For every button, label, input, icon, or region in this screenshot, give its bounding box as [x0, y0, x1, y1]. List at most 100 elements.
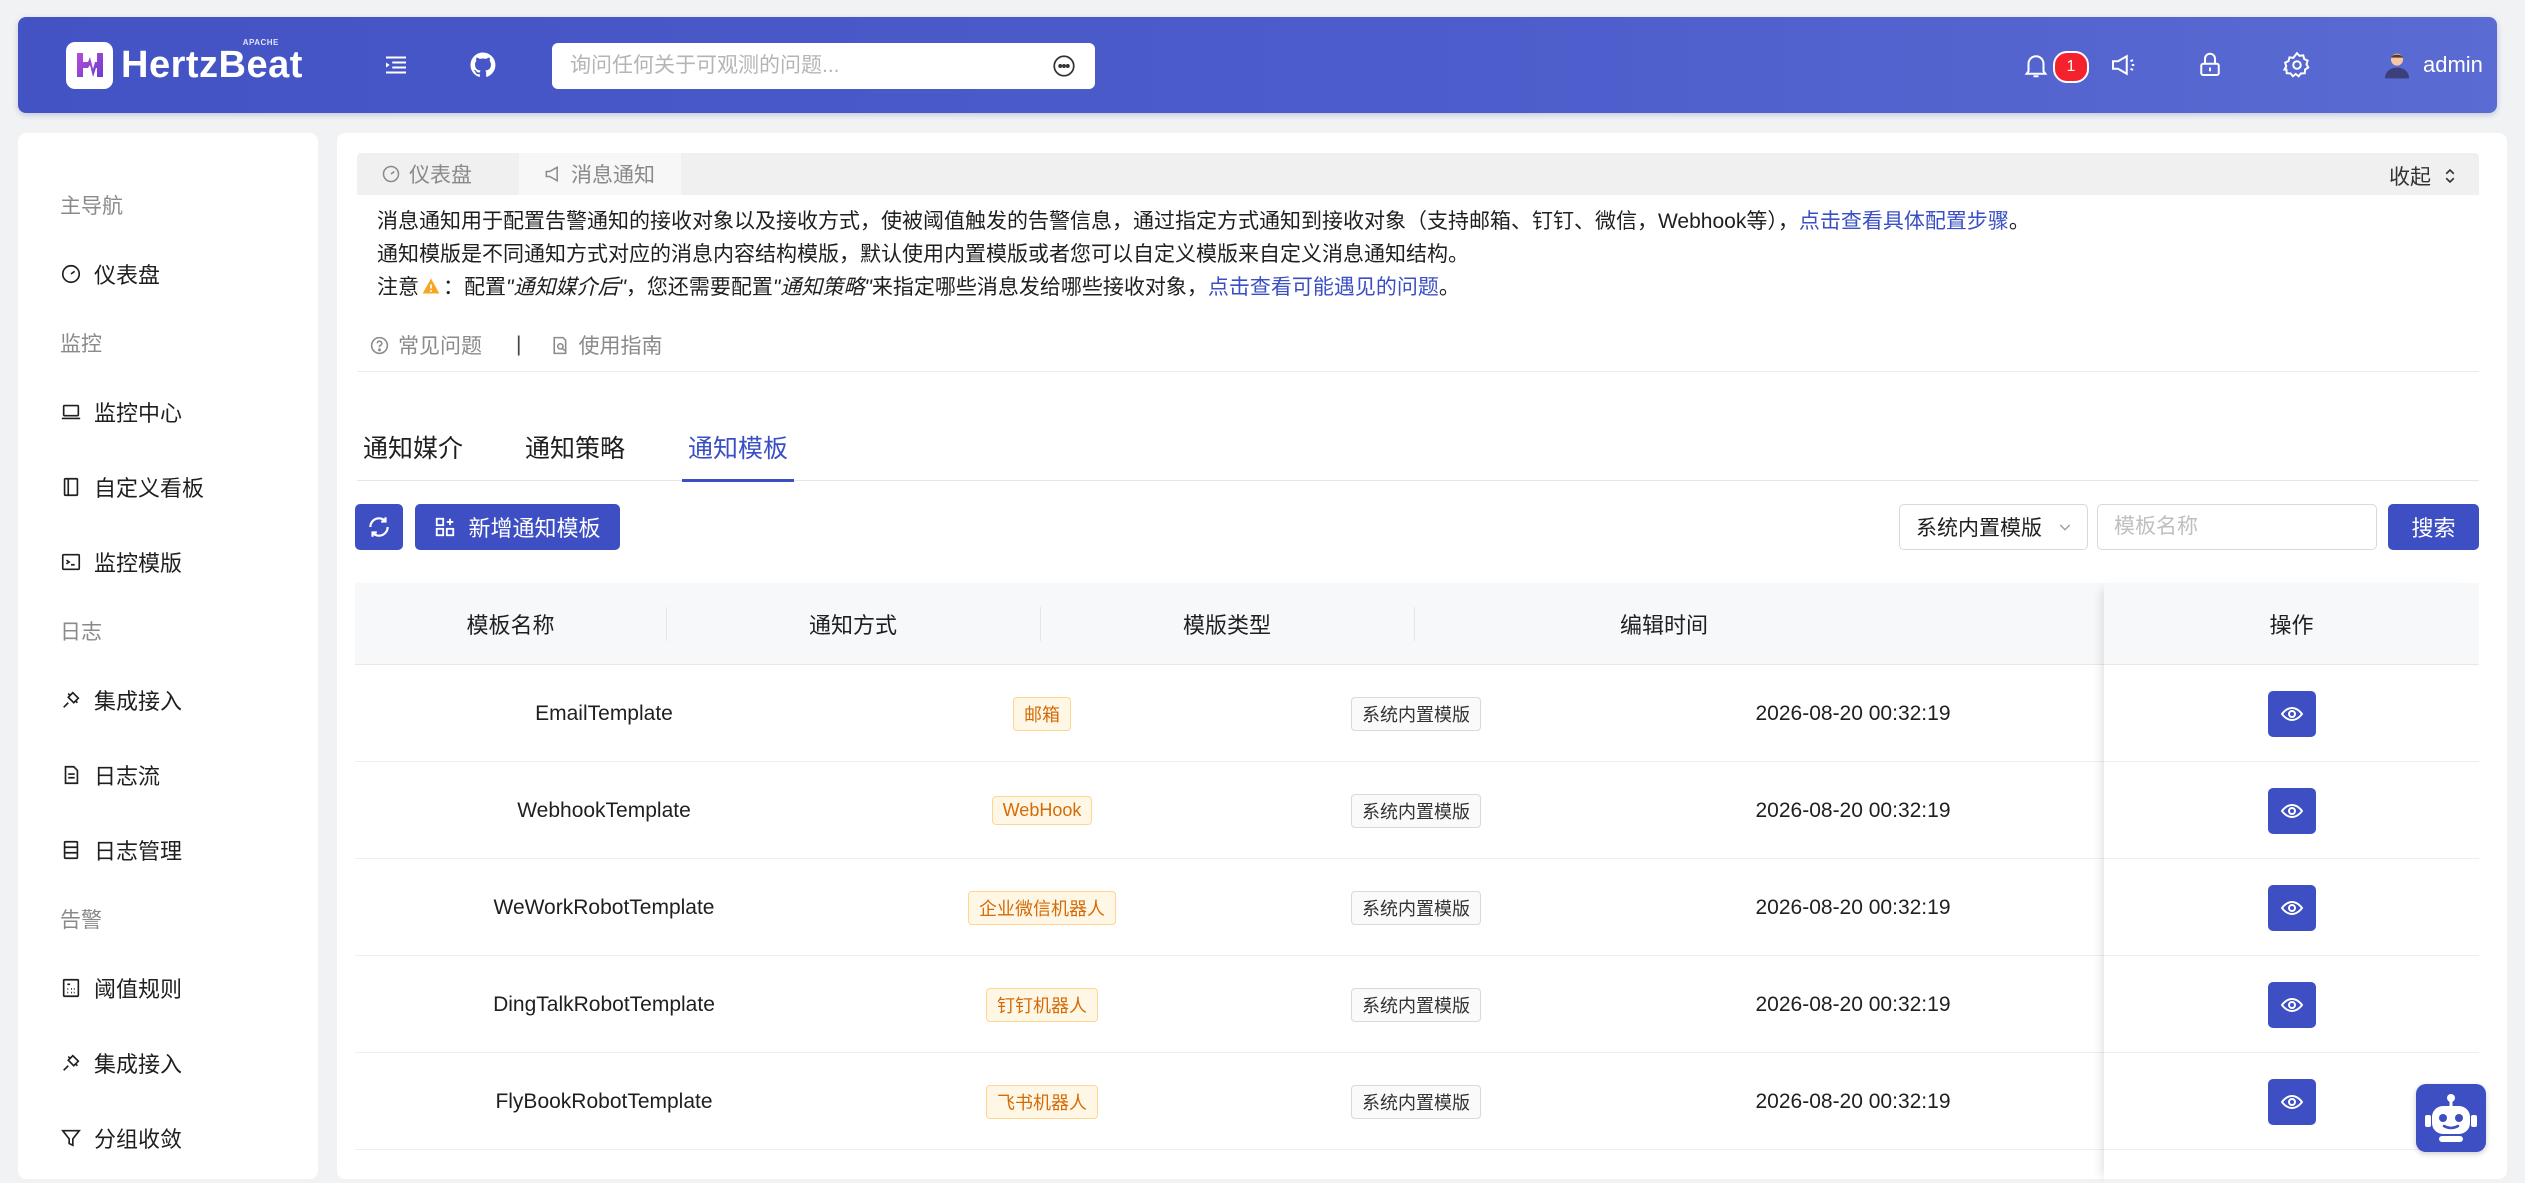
search-button[interactable]: 搜索 — [2388, 504, 2479, 550]
method-tag: 企业微信机器人 — [968, 890, 1116, 925]
sidebar-item-group-converge[interactable]: 分组收敛 — [60, 1122, 182, 1154]
sidebar-item-threshold-rules[interactable]: 阈值规则 — [60, 972, 182, 1004]
template-name-cell: WeWorkRobotTemplate — [493, 895, 715, 919]
notice-text: 。 — [1438, 276, 1460, 299]
template-name-input[interactable] — [2097, 504, 2377, 550]
sidebar-item-label: 自定义看板 — [94, 476, 205, 501]
notice-text: ，您还需要配置 — [625, 276, 773, 299]
plug-icon — [63, 691, 80, 708]
page-tab-label: 仪表盘 — [409, 164, 472, 187]
notice-emphasis: "通知策略" — [772, 276, 872, 299]
tab-notification-policy[interactable]: 通知策略 — [525, 413, 625, 481]
template-type-cell: 系统内置模版 — [1229, 956, 1603, 1053]
refresh-button[interactable] — [355, 504, 403, 550]
edit-time-cell: 2026-08-20 00:32:19 — [1755, 895, 1951, 919]
add-template-button[interactable]: 新增通知模板 — [415, 504, 620, 550]
tab-notification-template[interactable]: 通知模板 — [681, 413, 795, 482]
page-tabs-bar: 仪表盘 消息通知 收起 — [357, 153, 2479, 195]
edit-time-cell: 2026-08-20 00:32:19 — [1755, 1089, 1951, 1113]
chevron-down-icon — [2059, 524, 2071, 531]
notice-text: 来指定哪些消息发给哪些接收对象， — [871, 276, 1208, 299]
announcement-icon[interactable] — [2106, 48, 2140, 82]
refresh-icon — [369, 517, 389, 537]
logo-icon — [66, 41, 113, 89]
sidebar-item-label: 日志管理 — [94, 839, 183, 864]
sidebar-item-alert-integration[interactable]: 集成接入 — [60, 1047, 182, 1079]
laptop-icon — [61, 404, 81, 420]
sidebar-item-label: 阈值规则 — [94, 977, 183, 1002]
sidebar-item-custom-board[interactable]: 自定义看板 — [60, 471, 204, 503]
notify-method-cell: 邮箱 — [855, 665, 1229, 762]
template-name-cell: WebhookTemplate — [517, 798, 691, 822]
sidebar-item-dashboard[interactable]: 仪表盘 — [60, 258, 160, 290]
guide-label: 使用指南 — [578, 335, 663, 358]
lock-icon[interactable] — [2193, 48, 2227, 82]
robot-icon — [2425, 1094, 2477, 1142]
notice-text: 消息通知用于配置告警通知的接收对象以及接收方式，使被阈值触发的告警信息，通过指定… — [377, 210, 1799, 233]
config-steps-link[interactable]: 点击查看具体配置步骤 — [1799, 210, 2009, 233]
notify-method-cell: 飞书机器人 — [855, 1053, 1229, 1150]
sidebar-group-monitor: 监控 — [60, 333, 102, 356]
tab-notification-media[interactable]: 通知媒介 — [363, 413, 463, 481]
question-circle-icon — [370, 336, 389, 354]
bell-icon[interactable] — [2019, 48, 2053, 82]
collapse-button[interactable]: 收起 — [2389, 161, 2459, 191]
sidebar-item-log-stream[interactable]: 日志流 — [60, 759, 160, 791]
sidebar-item-log-integration[interactable]: 集成接入 — [60, 684, 182, 716]
separator: | — [516, 333, 522, 356]
plug-icon — [63, 1054, 80, 1071]
sidebar-group-alert: 告警 — [60, 909, 102, 932]
notification-tabs: 通知媒介 通知策略 通知模板 — [357, 413, 2479, 482]
template-name-cell: FlyBookRobotTemplate — [495, 1089, 713, 1113]
sidebar-item-log-manage[interactable]: 日志管理 — [60, 834, 182, 866]
page-tab-notification[interactable]: 消息通知 — [519, 153, 681, 195]
logo-text: HertzBeat APACHE — [121, 37, 303, 86]
collapse-label: 收起 — [2389, 166, 2431, 189]
username: admin — [2423, 52, 2483, 77]
faq-label: 常见问题 — [398, 335, 482, 358]
ai-search-input[interactable] — [570, 54, 1051, 78]
type-tag: 系统内置模版 — [1351, 1084, 1481, 1119]
template-type-cell: 系统内置模版 — [1229, 665, 1603, 762]
faq-problems-link[interactable]: 点击查看可能遇见的问题 — [1208, 276, 1439, 299]
sidebar-item-monitor-center[interactable]: 监控中心 — [60, 396, 182, 428]
notice-text: ：配置 — [443, 276, 506, 299]
template-type-cell: 系统内置模版 — [1229, 859, 1603, 956]
warning-icon — [421, 276, 441, 302]
sidebar-item-label: 集成接入 — [94, 1052, 183, 1077]
add-grid-icon — [436, 517, 455, 537]
logo[interactable]: HertzBeat APACHE — [66, 37, 303, 89]
faq-link[interactable]: 常见问题 — [369, 330, 482, 360]
col-edit-time: 编辑时间 — [1619, 613, 1708, 638]
calculator-icon — [62, 978, 80, 998]
ai-assistant-button[interactable] — [2416, 1084, 2486, 1152]
user-menu[interactable]: admin — [2381, 45, 2483, 85]
notice-line-1: 消息通知用于配置告警通知的接收对象以及接收方式，使被阈值触发的告警信息，通过指定… — [377, 205, 2030, 235]
ai-search-box[interactable] — [552, 43, 1095, 89]
chat-icon[interactable] — [1051, 53, 1077, 79]
notice-text: 。 — [2008, 210, 2030, 233]
code-icon — [61, 553, 81, 571]
notice-emphasis: "通知媒介后" — [506, 276, 626, 299]
divider — [357, 371, 2479, 372]
notice-panel: 仪表盘 消息通知 收起 消息通知用于配置告警通知的接收对象以及接收方式，使被阈值… — [357, 153, 2479, 398]
guide-link[interactable]: 使用指南 — [549, 330, 662, 360]
template-type-select[interactable]: 系统内置模版 — [1899, 504, 2088, 550]
notify-method-cell: 钉钉机器人 — [855, 956, 1229, 1053]
template-type-cell: 系统内置模版 — [1229, 1053, 1603, 1150]
sidebar-group-main: 主导航 — [60, 195, 123, 218]
sidebar-item-label: 仪表盘 — [94, 263, 161, 288]
type-tag: 系统内置模版 — [1351, 987, 1481, 1022]
notify-method-cell: WebHook — [855, 762, 1229, 859]
sidebar-item-monitor-template[interactable]: 监控模版 — [60, 546, 182, 578]
menu-toggle-icon[interactable] — [379, 48, 413, 82]
notice-text: 注意 — [377, 276, 419, 299]
sidebar-item-label: 集成接入 — [94, 689, 183, 714]
sidebar-item-label: 监控中心 — [94, 401, 183, 426]
sidebar-item-label: 日志流 — [94, 764, 161, 789]
edit-time-cell: 2026-08-20 00:32:19 — [1755, 992, 1951, 1016]
settings-gear-icon[interactable] — [2280, 48, 2314, 82]
github-icon[interactable] — [466, 48, 500, 82]
col-notify-method: 通知方式 — [808, 613, 897, 638]
page-tab-dashboard[interactable]: 仪表盘 — [357, 153, 519, 195]
